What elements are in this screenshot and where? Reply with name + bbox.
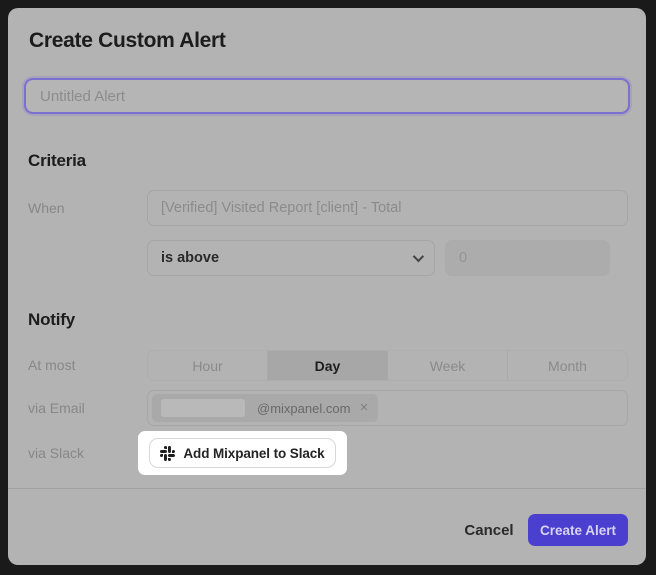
via-slack-label: via Slack bbox=[28, 445, 84, 461]
slack-spotlight-highlight: Add Mixpanel to Slack bbox=[138, 431, 347, 475]
via-email-label: via Email bbox=[28, 400, 85, 416]
email-chip: @mixpanel.com ✕ bbox=[152, 394, 378, 422]
notify-heading: Notify bbox=[28, 310, 75, 330]
condition-selected-value: is above bbox=[161, 250, 413, 266]
threshold-input[interactable] bbox=[445, 240, 610, 276]
add-mixpanel-to-slack-button[interactable]: Add Mixpanel to Slack bbox=[149, 438, 336, 468]
frequency-option-hour[interactable]: Hour bbox=[148, 351, 268, 380]
at-most-label: At most bbox=[28, 357, 75, 373]
dimmed-backdrop: Create Custom Alert Criteria When is abo… bbox=[0, 0, 656, 575]
remove-email-icon[interactable]: ✕ bbox=[359, 403, 368, 414]
chevron-down-icon bbox=[413, 251, 424, 262]
when-label: When bbox=[28, 200, 65, 216]
email-domain-text: @mixpanel.com bbox=[257, 401, 350, 416]
cancel-button[interactable]: Cancel bbox=[451, 513, 527, 547]
email-recipients-input[interactable]: @mixpanel.com ✕ bbox=[147, 390, 628, 426]
footer-divider bbox=[8, 488, 646, 489]
criteria-heading: Criteria bbox=[28, 151, 86, 171]
slack-icon bbox=[160, 446, 175, 461]
create-custom-alert-modal: Create Custom Alert Criteria When is abo… bbox=[8, 8, 646, 565]
condition-dropdown[interactable]: is above bbox=[147, 240, 435, 276]
frequency-option-month[interactable]: Month bbox=[508, 351, 627, 380]
frequency-segmented-control: Hour Day Week Month bbox=[147, 350, 628, 381]
frequency-option-day[interactable]: Day bbox=[268, 351, 388, 380]
create-alert-button[interactable]: Create Alert bbox=[528, 514, 628, 546]
metric-input[interactable] bbox=[147, 190, 628, 226]
redacted-email-username bbox=[161, 399, 245, 417]
frequency-option-week[interactable]: Week bbox=[388, 351, 508, 380]
alert-name-input[interactable] bbox=[24, 78, 630, 114]
modal-title: Create Custom Alert bbox=[29, 29, 226, 53]
slack-button-label: Add Mixpanel to Slack bbox=[183, 446, 324, 461]
